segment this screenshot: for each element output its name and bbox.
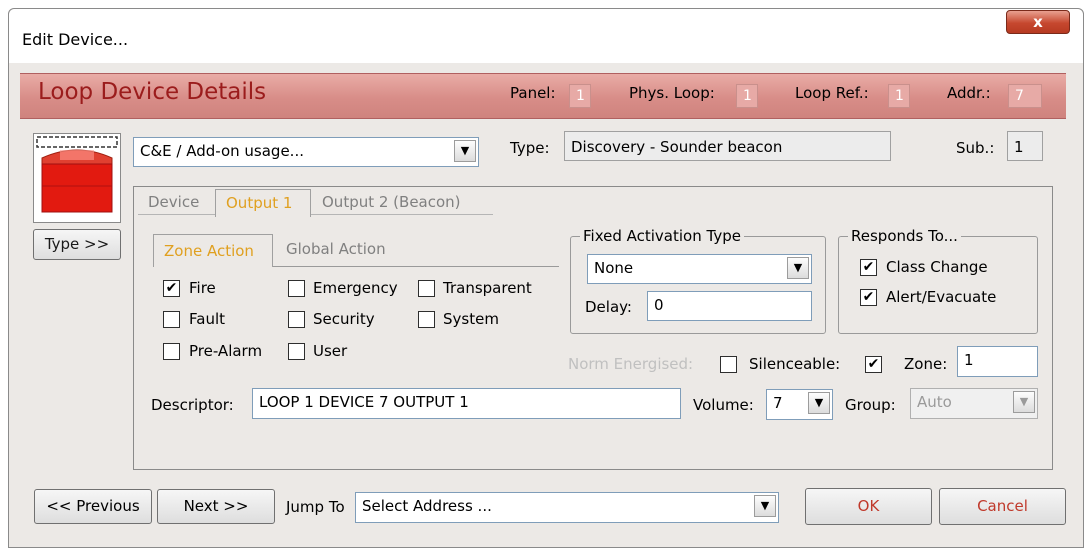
transparent-checkbox[interactable]: [418, 280, 435, 297]
norm-energised-checkbox[interactable]: [720, 356, 737, 373]
tab-output-1[interactable]: Output 1: [215, 189, 311, 217]
user-label: User: [313, 342, 348, 360]
alert-evacuate-checkbox[interactable]: ✔: [860, 289, 877, 306]
next-button[interactable]: Next >>: [157, 489, 275, 524]
security-checkbox[interactable]: [288, 311, 305, 328]
title-bar: [9, 9, 1083, 63]
pre-alarm-label: Pre-Alarm: [189, 342, 263, 360]
usage-select-value: C&E / Add-on usage...: [140, 142, 304, 160]
delay-label: Delay:: [585, 298, 632, 316]
page-title: Loop Device Details: [38, 79, 267, 105]
fire-label: Fire: [189, 279, 216, 297]
norm-energised-label: Norm Energised:: [568, 355, 694, 373]
addr-label: Addr.:: [947, 84, 991, 102]
volume-label: Volume:: [693, 396, 754, 414]
tab-global-action[interactable]: Global Action: [286, 240, 386, 258]
tab-zone-action[interactable]: Zone Action: [153, 234, 273, 267]
user-checkbox[interactable]: [288, 343, 305, 360]
security-label: Security: [313, 310, 375, 328]
group-label: Group:: [845, 396, 896, 414]
jump-to-value: Select Address ...: [362, 497, 492, 515]
chevron-down-icon[interactable]: ▼: [754, 495, 776, 517]
fire-checkbox[interactable]: ✔: [163, 280, 180, 297]
sub-field: 1: [1007, 131, 1043, 161]
delay-input[interactable]: 0: [647, 291, 812, 321]
system-label: System: [443, 310, 499, 328]
responds-to-legend: Responds To...: [848, 227, 961, 245]
cancel-button[interactable]: Cancel: [939, 488, 1066, 525]
group-select[interactable]: Auto ▼: [910, 388, 1038, 419]
type-button[interactable]: Type >>: [33, 229, 121, 260]
activation-type-select[interactable]: None ▼: [587, 254, 812, 284]
fault-label: Fault: [189, 310, 225, 328]
class-change-checkbox[interactable]: ✔: [860, 259, 877, 276]
jump-to-label: Jump To: [286, 498, 345, 516]
loop-ref-field: 1: [888, 84, 910, 108]
addr-field: 7: [1008, 84, 1042, 108]
window-title: Edit Device...: [22, 30, 129, 49]
fixed-activation-legend: Fixed Activation Type: [580, 227, 744, 245]
tab-output-2[interactable]: Output 2 (Beacon): [322, 193, 461, 211]
emergency-label: Emergency: [313, 279, 398, 297]
device-image: [33, 133, 121, 223]
volume-value: 7: [773, 394, 783, 412]
system-checkbox[interactable]: [418, 311, 435, 328]
chevron-down-icon[interactable]: ▼: [454, 140, 476, 162]
type-label: Type:: [510, 139, 550, 157]
usage-select[interactable]: C&E / Add-on usage... ▼: [133, 137, 479, 167]
ok-button[interactable]: OK: [805, 488, 932, 525]
type-button-label: Type >>: [44, 235, 110, 253]
zone-label: Zone:: [904, 355, 948, 373]
emergency-checkbox[interactable]: [288, 280, 305, 297]
tab-underline: [138, 214, 493, 215]
descriptor-label: Descriptor:: [151, 396, 234, 414]
descriptor-input[interactable]: LOOP 1 DEVICE 7 OUTPUT 1: [252, 388, 681, 419]
jump-to-select[interactable]: Select Address ... ▼: [355, 492, 779, 523]
group-value: Auto: [917, 393, 952, 411]
panel-label: Panel:: [510, 84, 556, 102]
chevron-down-icon[interactable]: ▼: [787, 257, 809, 279]
phys-loop-label: Phys. Loop:: [629, 84, 715, 102]
silenceable-label: Silenceable:: [749, 355, 841, 373]
previous-button[interactable]: << Previous: [34, 489, 152, 524]
fault-checkbox[interactable]: [163, 311, 180, 328]
class-change-label: Class Change: [886, 258, 988, 276]
sounder-beacon-icon: [36, 136, 118, 213]
silenceable-checkbox[interactable]: ✔: [865, 356, 882, 373]
type-field: Discovery - Sounder beacon: [564, 131, 891, 161]
zone-input[interactable]: 1: [957, 346, 1038, 377]
phys-loop-field: 1: [736, 84, 758, 108]
activation-type-value: None: [594, 259, 634, 277]
chevron-down-icon[interactable]: ▼: [808, 392, 830, 414]
transparent-label: Transparent: [443, 279, 532, 297]
loop-ref-label: Loop Ref.:: [795, 84, 869, 102]
sub-label: Sub.:: [956, 139, 995, 157]
responds-to-group: [838, 236, 1038, 334]
volume-select[interactable]: 7 ▼: [766, 389, 833, 420]
close-button[interactable]: x: [1006, 10, 1070, 34]
chevron-down-icon[interactable]: ▼: [1013, 391, 1035, 413]
tab-device[interactable]: Device: [148, 193, 199, 211]
panel-field: 1: [569, 84, 591, 108]
alert-evacuate-label: Alert/Evacuate: [886, 288, 997, 306]
close-icon: x: [1033, 13, 1043, 31]
pre-alarm-checkbox[interactable]: [163, 343, 180, 360]
